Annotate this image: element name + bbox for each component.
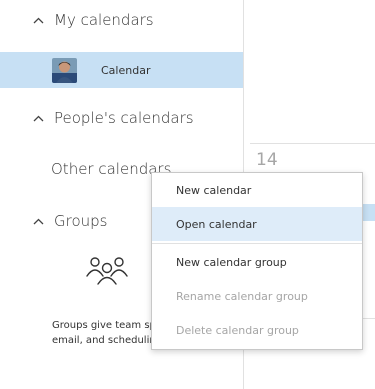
chevron-up-icon[interactable] — [27, 115, 49, 122]
peoples-calendars-header[interactable]: People's calendars — [0, 100, 243, 136]
chevron-up-icon[interactable] — [27, 218, 49, 225]
menu-item-open-calendar[interactable]: Open calendar — [152, 207, 362, 241]
groups-title: Groups — [54, 212, 108, 230]
my-calendars-title: My calendars — [54, 11, 154, 29]
groups-icon — [86, 257, 128, 285]
avatar — [52, 57, 77, 83]
peoples-calendars-title: People's calendars — [54, 109, 194, 127]
menu-item-rename-calendar-group: Rename calendar group — [152, 279, 362, 313]
my-calendars-header[interactable]: My calendars — [0, 2, 243, 38]
day-cell-divider — [250, 143, 375, 144]
chevron-up-icon[interactable] — [27, 17, 49, 24]
menu-item-label: Open calendar — [176, 217, 257, 231]
menu-item-delete-calendar-group: Delete calendar group — [152, 313, 362, 347]
menu-item-new-calendar[interactable]: New calendar — [152, 173, 362, 207]
menu-item-label: Delete calendar group — [176, 323, 299, 337]
menu-separator — [152, 243, 362, 244]
context-menu: New calendar Open calendar New calendar … — [151, 172, 363, 350]
menu-item-label: New calendar group — [176, 255, 287, 269]
menu-item-new-calendar-group[interactable]: New calendar group — [152, 245, 362, 279]
menu-item-label: Rename calendar group — [176, 289, 308, 303]
menu-item-label: New calendar — [176, 183, 252, 197]
calendar-list-item[interactable]: Calendar — [0, 52, 243, 88]
day-number[interactable]: 14 — [256, 150, 278, 170]
calendar-item-label: Calendar — [101, 63, 151, 77]
